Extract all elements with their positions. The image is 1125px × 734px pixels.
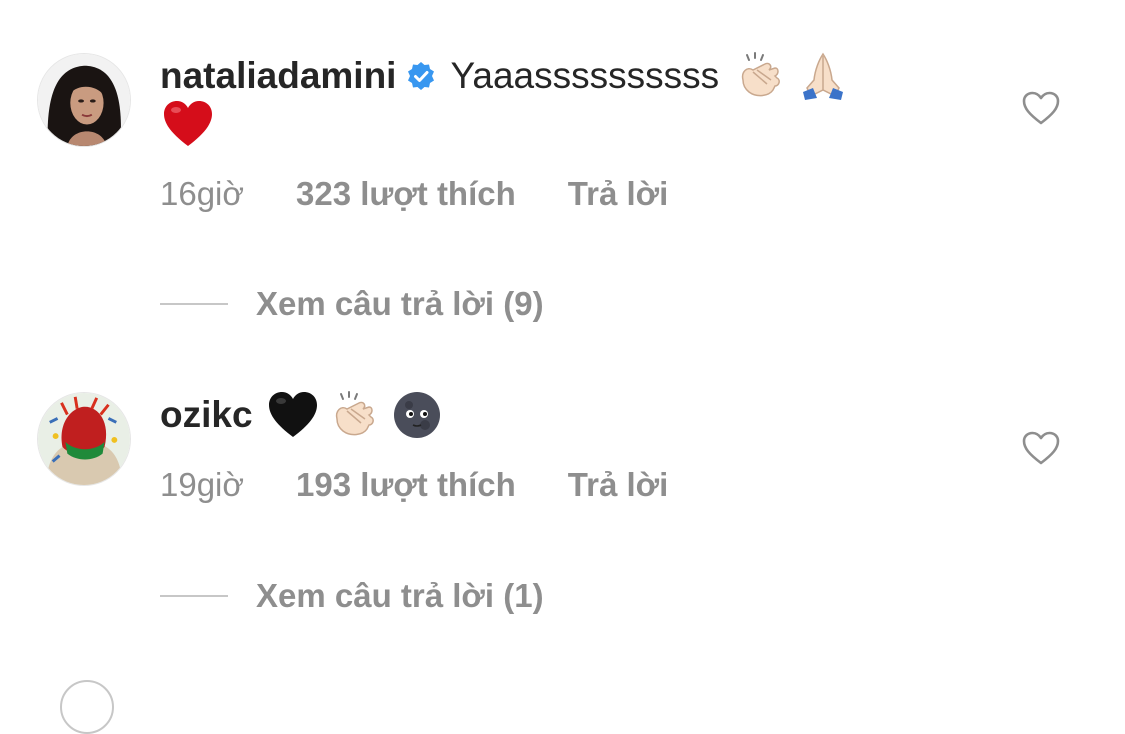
- comment-username[interactable]: nataliadamini: [160, 55, 396, 97]
- comment-meta: 16giờ 323 lượt thích Trả lời: [160, 175, 668, 213]
- clapping-hands-icon: [735, 50, 787, 102]
- folded-hands-icon: [797, 50, 849, 102]
- verified-badge-icon: [406, 61, 436, 91]
- comment-timestamp[interactable]: 19giờ: [160, 466, 244, 504]
- like-heart-icon[interactable]: [1021, 90, 1061, 126]
- view-replies-label[interactable]: Xem câu trả lời (9): [256, 285, 544, 323]
- comment-meta: 19giờ 193 lượt thích Trả lời: [160, 466, 668, 504]
- comment-username[interactable]: ozikc: [160, 394, 253, 436]
- new-moon-face-icon: [391, 389, 443, 441]
- avatar[interactable]: [37, 392, 131, 486]
- view-replies-button[interactable]: Xem câu trả lời (9): [160, 285, 544, 323]
- red-heart-icon: [162, 98, 214, 150]
- comment-line: nataliadamini Yaaassssssssss: [160, 50, 849, 102]
- reply-button[interactable]: Trả lời: [568, 175, 669, 213]
- comment-timestamp[interactable]: 16giờ: [160, 175, 244, 213]
- comment-line: ozikc: [160, 389, 443, 441]
- divider: [160, 303, 228, 305]
- like-heart-icon[interactable]: [1021, 430, 1061, 466]
- clapping-hands-icon: [329, 389, 381, 441]
- avatar[interactable]: [60, 680, 114, 734]
- black-heart-icon: [267, 389, 319, 441]
- view-replies-button[interactable]: Xem câu trả lời (1): [160, 577, 544, 615]
- reply-button[interactable]: Trả lời: [568, 466, 669, 504]
- avatar[interactable]: [37, 53, 131, 147]
- comment-text: Yaaassssssssss: [450, 55, 720, 96]
- divider: [160, 595, 228, 597]
- comment-likes-count[interactable]: 323 lượt thích: [296, 175, 516, 213]
- view-replies-label[interactable]: Xem câu trả lời (1): [256, 577, 544, 615]
- comment-likes-count[interactable]: 193 lượt thích: [296, 466, 516, 504]
